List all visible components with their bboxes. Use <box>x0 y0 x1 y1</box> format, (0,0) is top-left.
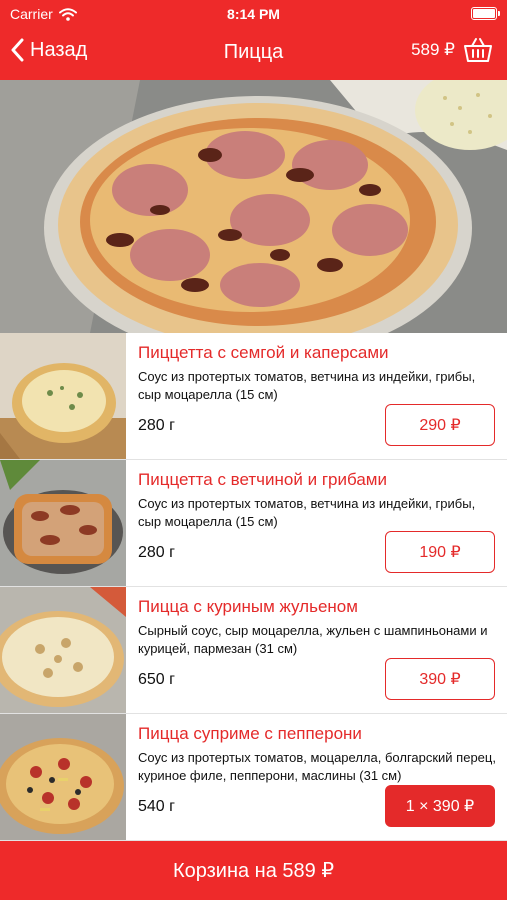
product-name: Пиццетта с семгой и каперсами <box>138 343 389 362</box>
product-name: Пицца с куриным жульеном <box>138 597 358 616</box>
basket-icon <box>464 38 492 62</box>
product-image-chicken-julienne-pizza <box>0 587 126 713</box>
status-time: 8:14 PM <box>227 6 280 22</box>
cart-checkout-button[interactable]: Корзина на 589 ₽ <box>0 841 507 900</box>
product-weight: 540 г <box>138 798 175 815</box>
cart-total: 589 ₽ <box>411 40 455 59</box>
product-image-ham-pizzetta <box>0 460 126 586</box>
product-description: Соус из протертых томатов, моцарелла, бо… <box>138 750 496 783</box>
top-bar: Carrier 8:14 PM Назад Пицца 589 ₽ <box>0 0 507 80</box>
product-list: Пиццетта с семгой и каперсами Соус из пр… <box>0 333 507 841</box>
product-name: Пицца суприме с пепперони <box>138 724 362 743</box>
product-card[interactable]: Пицца суприме с пепперони Соус из протер… <box>0 714 507 841</box>
product-name: Пиццетта с ветчиной и грибами <box>138 470 387 489</box>
battery-icon <box>471 7 500 20</box>
product-weight: 650 г <box>138 671 175 688</box>
product-card[interactable]: Пиццетта с ветчиной и грибами Соус из пр… <box>0 460 507 587</box>
add-to-cart-button[interactable]: 290 ₽ <box>385 404 495 446</box>
add-to-cart-button[interactable]: 390 ₽ <box>385 658 495 700</box>
cart-checkout-label: Корзина на 589 ₽ <box>172 860 335 882</box>
product-description: Сырный соус, сыр моцарелла, жульен с шам… <box>138 623 488 656</box>
in-cart-quantity-button[interactable]: 1 × 390 ₽ <box>385 785 495 827</box>
product-description: Соус из протертых томатов, ветчина из ин… <box>138 369 476 402</box>
hero-image <box>0 80 507 333</box>
product-card[interactable]: Пицца с куриным жульеном Сырный соус, сы… <box>0 587 507 714</box>
add-to-cart-button[interactable]: 190 ₽ <box>385 531 495 573</box>
product-description: Соус из протертых томатов, ветчина из ин… <box>138 496 476 529</box>
cart-button[interactable]: 589 ₽ <box>411 37 493 63</box>
product-image-supreme-pepperoni-pizza <box>0 714 126 840</box>
product-image-salmon-pizzetta <box>0 333 126 459</box>
product-weight: 280 г <box>138 417 175 434</box>
product-card[interactable]: Пиццетта с семгой и каперсами Соус из пр… <box>0 333 507 460</box>
status-bar: Carrier 8:14 PM <box>0 0 507 28</box>
nav-bar: Назад Пицца 589 ₽ <box>0 28 507 80</box>
product-weight: 280 г <box>138 544 175 561</box>
